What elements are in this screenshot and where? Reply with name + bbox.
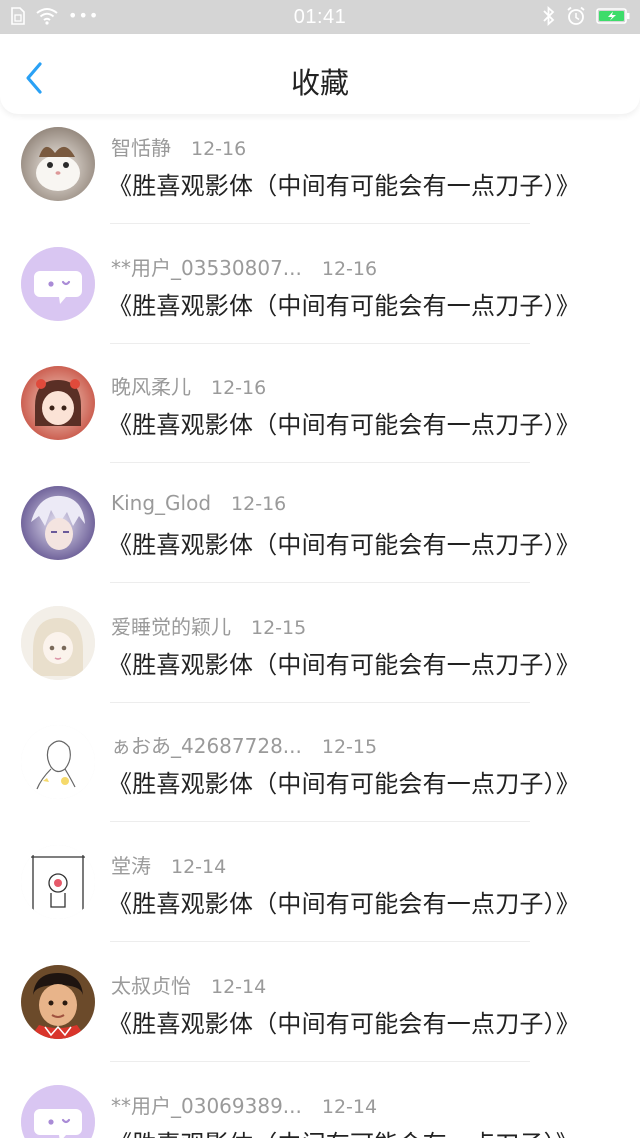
divider [110,223,530,224]
divider [110,462,530,464]
date: 12-14 [321,1095,378,1118]
date: 12-16 [191,138,247,160]
date: 12-15 [321,736,378,759]
date: 12-16 [231,493,287,516]
chat-bubble-avatar-icon [21,246,95,321]
avatar[interactable] [21,127,95,201]
bluetooth-icon [543,6,555,26]
username[interactable]: ぁおあ_42687728... [111,734,302,758]
status-right-icons [542,6,630,26]
list-item[interactable]: 太叔贞怡 12-14 《胜喜观影体（中间有可能会有一点刀子）》 [0,952,640,1072]
list-item[interactable]: 堂涛 12-14 《胜喜观影体（中间有可能会有一点刀子）》 [0,832,640,952]
list-item[interactable]: 智恬静 12-16 《胜喜观影体（中间有可能会有一点刀子）》 [0,114,640,234]
item-meta: King_Glod 12-16 [111,491,286,515]
item-title[interactable]: 《胜喜观影体（中间有可能会有一点刀子）》 [108,405,580,440]
item-title[interactable]: 《胜喜观影体（中间有可能会有一点刀子）》 [108,1004,580,1039]
list-item[interactable]: 晚风柔儿 12-16 《胜喜观影体（中间有可能会有一点刀子）》 [0,353,640,473]
battery-charging-icon [596,8,630,24]
item-title[interactable]: 《胜喜观影体（中间有可能会有一点刀子）》 [108,286,580,321]
date: 12-15 [251,616,307,639]
username[interactable]: 爱睡觉的颖儿 [111,615,231,639]
list-item[interactable]: **用户_03069389... 12-14 《胜喜观影体（中间有可能会有一点刀子… [0,1072,640,1138]
divider [110,701,530,703]
item-meta: 智恬静 12-16 [111,132,246,161]
item-title[interactable]: 《胜喜观影体（中间有可能会有一点刀子）》 [108,645,580,680]
item-title[interactable]: 《胜喜观影体（中间有可能会有一点刀子）》 [108,1124,580,1138]
avatar[interactable] [21,845,95,920]
avatar[interactable] [21,605,95,680]
nav-bar: 收藏 [0,34,640,114]
list-item[interactable]: **用户_03530807... 12-16 《胜喜观影体（中间有可能会有一点刀子… [0,234,640,354]
divider [110,1060,530,1062]
status-bar: ••• 01:41 [0,0,640,34]
username[interactable]: **用户_03530807... [111,256,302,280]
divider [110,342,530,344]
item-meta: 爱睡觉的颖儿 12-15 [111,611,306,640]
chat-bubble-avatar-icon [21,1084,95,1138]
favorites-list: 智恬静 12-16 《胜喜观影体（中间有可能会有一点刀子）》 **用户_03530… [0,114,640,1138]
date: 12-16 [321,257,378,280]
page-title: 收藏 [290,66,349,100]
item-meta: **用户_03530807... 12-16 [111,252,377,281]
anime-boy-avatar-icon [21,486,95,561]
date: 12-14 [171,856,227,879]
divider [110,582,530,584]
list-item[interactable]: 爱睡觉的颖儿 12-15 《胜喜观影体（中间有可能会有一点刀子）》 [0,593,640,713]
avatar[interactable] [21,246,95,321]
pale-girl-avatar-icon [21,605,95,680]
avatar[interactable] [21,964,95,1039]
item-title[interactable]: 《胜喜观影体（中间有可能会有一点刀子）》 [108,884,580,919]
avatar[interactable] [21,725,95,800]
date: 12-14 [211,975,267,998]
divider [110,941,530,943]
cat-avatar-icon [21,127,95,201]
item-title[interactable]: 《胜喜观影体（中间有可能会有一点刀子）》 [108,525,580,560]
username[interactable]: 太叔贞怡 [111,974,191,998]
item-meta: 太叔贞怡 12-14 [111,970,266,999]
username[interactable]: King_Glod [111,491,211,515]
avatar[interactable] [21,486,95,561]
list-item[interactable]: King_Glod 12-16 《胜喜观影体（中间有可能会有一点刀子）》 [0,473,640,593]
doodle-avatar-icon [21,845,95,920]
avatar[interactable] [21,366,95,441]
username[interactable]: 晚风柔儿 [111,375,191,399]
item-meta: **用户_03069389... 12-14 [111,1090,377,1119]
item-meta: 堂涛 12-14 [111,850,226,879]
child-photo-avatar-icon [21,964,95,1039]
anime-girl-avatar-icon [21,366,95,441]
avatar[interactable] [21,1084,95,1138]
item-meta: ぁおあ_42687728... 12-15 [111,730,377,759]
list-item[interactable]: ぁおあ_42687728... 12-15 《胜喜观影体（中间有可能会有一点刀子）… [0,712,640,832]
username[interactable]: 智恬静 [111,136,171,160]
alarm-icon [567,6,585,25]
item-title[interactable]: 《胜喜观影体（中间有可能会有一点刀子）》 [108,166,580,201]
item-title[interactable]: 《胜喜观影体（中间有可能会有一点刀子）》 [108,764,580,799]
username[interactable]: **用户_03069389... [111,1094,302,1118]
date: 12-16 [211,377,267,400]
username[interactable]: 堂涛 [111,854,151,878]
sketch-girl-avatar-icon [21,725,95,800]
item-meta: 晚风柔儿 12-16 [111,371,266,400]
divider [110,821,530,823]
